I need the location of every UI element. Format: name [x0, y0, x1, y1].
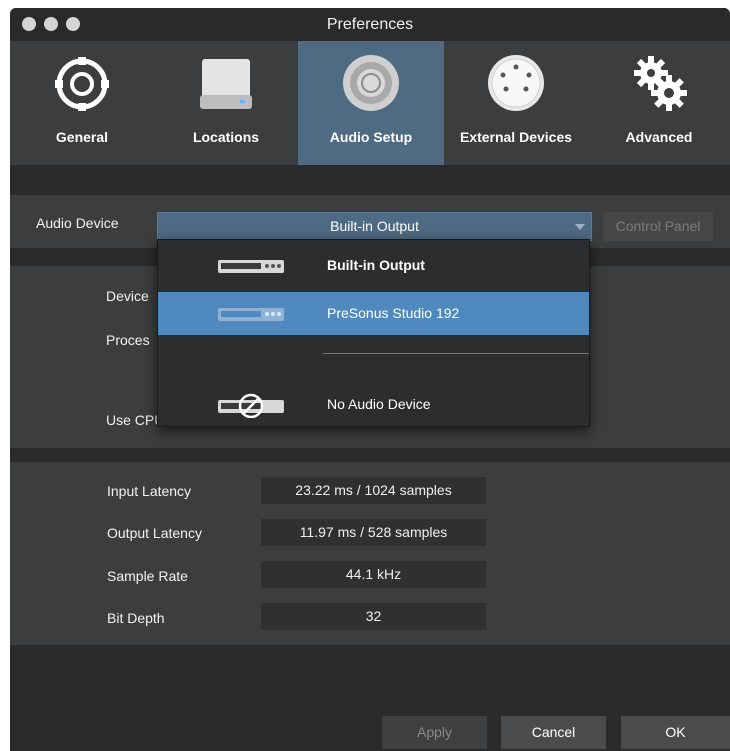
- audio-device-label: Audio Device: [36, 215, 119, 231]
- output-latency-label: Output Latency: [107, 525, 202, 541]
- midi-connector-icon: [488, 55, 544, 111]
- device-label: Device: [106, 288, 149, 304]
- no-device-icon: [218, 393, 284, 418]
- dropdown-item-label: Built-in Output: [327, 257, 425, 273]
- window-title: Preferences: [326, 16, 414, 33]
- tab-audio-setup-label: Audio Setup: [329, 129, 413, 145]
- tab-locations[interactable]: Locations: [154, 41, 298, 165]
- tab-general[interactable]: General: [10, 41, 154, 165]
- dropdown-item-label: PreSonus Studio 192: [327, 305, 460, 321]
- dropdown-item-built-in-output[interactable]: Built-in Output: [158, 244, 589, 287]
- speaker-icon: [343, 55, 399, 111]
- process-label: Proces: [106, 332, 150, 348]
- tab-divider: [10, 165, 730, 195]
- tab-advanced-label: Advanced: [625, 129, 693, 145]
- dropdown-item-label: No Audio Device: [327, 396, 431, 412]
- sample-rate-value: 44.1 kHz: [261, 561, 486, 588]
- tab-external-devices[interactable]: External Devices: [444, 41, 588, 165]
- audio-interface-icon: [218, 308, 284, 321]
- tab-general-label: General: [55, 129, 109, 145]
- preferences-window: Preferences General Locations Audio Setu…: [10, 8, 730, 751]
- tab-advanced[interactable]: Advanced: [588, 41, 730, 165]
- audio-device-selected-value: Built-in Output: [330, 218, 419, 234]
- tab-locations-label: Locations: [192, 129, 260, 145]
- input-latency-label: Input Latency: [107, 483, 192, 499]
- control-panel-button[interactable]: Control Panel: [603, 212, 713, 241]
- chevron-down-icon: [575, 224, 585, 230]
- gears-icon: [634, 56, 687, 111]
- dropdown-item-presonus-studio-192[interactable]: PreSonus Studio 192: [158, 292, 589, 335]
- ok-button[interactable]: OK: [621, 716, 730, 749]
- drive-icon: [200, 59, 252, 109]
- dropdown-separator: [323, 353, 589, 354]
- title-bar: Preferences: [10, 8, 730, 41]
- dropdown-item-no-audio-device[interactable]: No Audio Device: [158, 384, 589, 427]
- preferences-tabs: General Locations Audio Setup External D…: [10, 41, 730, 165]
- sample-rate-label: Sample Rate: [107, 568, 188, 584]
- cancel-button[interactable]: Cancel: [501, 716, 606, 749]
- bit-depth-value: 32: [261, 603, 486, 630]
- sync-icon: [55, 57, 109, 111]
- tab-external-devices-label: External Devices: [459, 129, 573, 145]
- bit-depth-label: Bit Depth: [107, 610, 165, 626]
- output-latency-value: 11.97 ms / 528 samples: [261, 519, 486, 546]
- apply-button[interactable]: Apply: [382, 716, 487, 749]
- input-latency-value: 23.22 ms / 1024 samples: [261, 477, 486, 504]
- tab-audio-setup[interactable]: Audio Setup: [298, 41, 444, 165]
- audio-device-dropdown: Built-in Output PreSonus Studio 192 No A…: [157, 239, 590, 427]
- audio-interface-icon: [218, 260, 284, 273]
- audio-device-select[interactable]: Built-in Output: [157, 212, 592, 241]
